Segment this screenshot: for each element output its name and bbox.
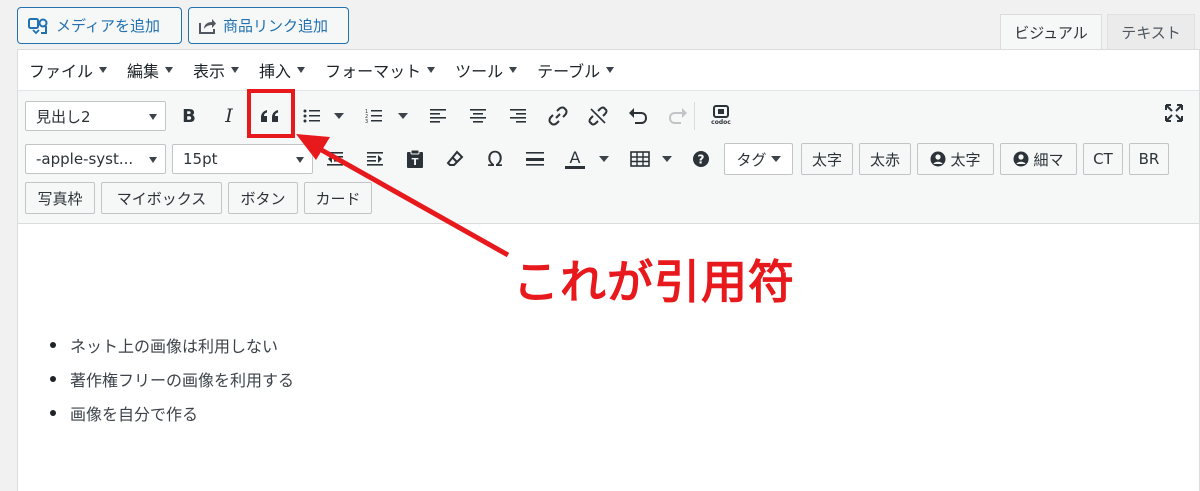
annotation-text: これが引用符 bbox=[513, 255, 795, 309]
